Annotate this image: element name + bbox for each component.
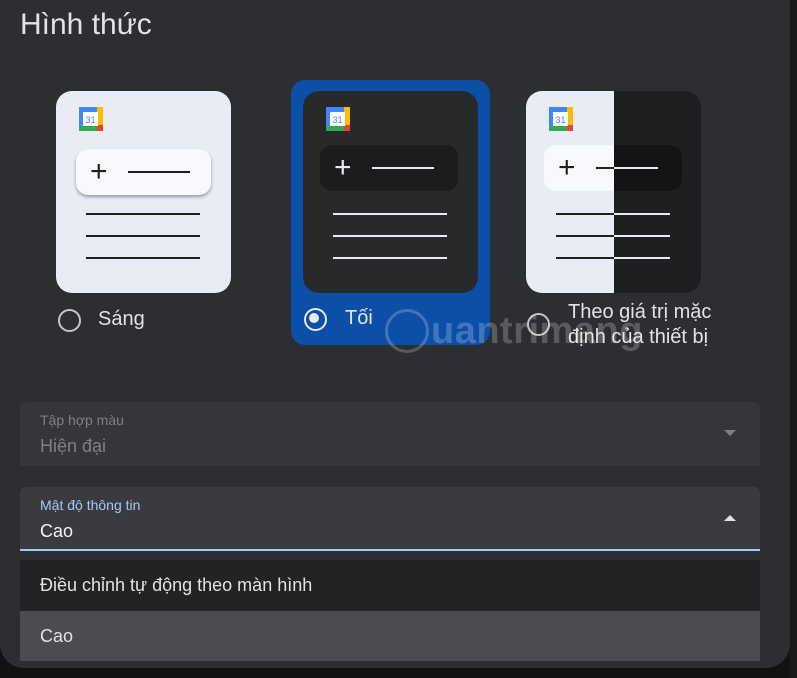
watermark: uantrimang [385,306,643,356]
create-pill-preview: + [544,145,682,191]
density-select[interactable]: Mật độ thông tin Cao [20,487,760,551]
density-value: Cao [40,521,74,541]
color-set-label: Tập hợp màu [40,412,124,428]
google-calendar-icon: 31 [79,107,103,131]
watermark-text: uantrimang [431,309,643,352]
density-option-auto[interactable]: Điều chỉnh tự động theo màn hình [20,560,760,610]
plus-icon: + [90,155,108,188]
plus-icon: + [334,151,352,184]
theme-radio-light[interactable] [58,309,81,332]
color-set-select: Tập hợp màu Hiện đại [20,402,760,466]
chevron-down-icon [724,430,736,436]
lightbulb-icon [385,309,429,353]
theme-label-dark: Tối [345,307,373,329]
chevron-up-icon [724,515,736,521]
theme-preview-light: 31 + [56,91,231,293]
density-option-high[interactable]: Cao [20,611,760,661]
appearance-dialog: Hình thức 31 + Sáng 31 + Tối 31 + Theo g… [0,0,790,668]
color-set-value: Hiện đại [40,436,107,456]
theme-label-light: Sáng [98,308,145,330]
density-dropdown-menu: Điều chỉnh tự động theo màn hình Cao [20,560,760,661]
density-label: Mật độ thông tin [40,497,141,513]
svg-text:31: 31 [332,115,342,125]
google-calendar-icon: 31 [326,107,350,131]
dialog-title: Hình thức [20,8,152,41]
plus-icon: + [558,151,576,184]
theme-radio-dark[interactable] [304,308,327,331]
background-edge [790,0,797,678]
create-pill-preview: + [320,145,458,191]
google-calendar-icon: 31 [549,107,573,131]
svg-text:31: 31 [555,115,565,125]
svg-text:31: 31 [85,115,95,125]
theme-preview-system: 31 + [526,91,701,293]
theme-preview-dark: 31 + [303,91,478,293]
create-pill-preview: + [76,149,211,195]
